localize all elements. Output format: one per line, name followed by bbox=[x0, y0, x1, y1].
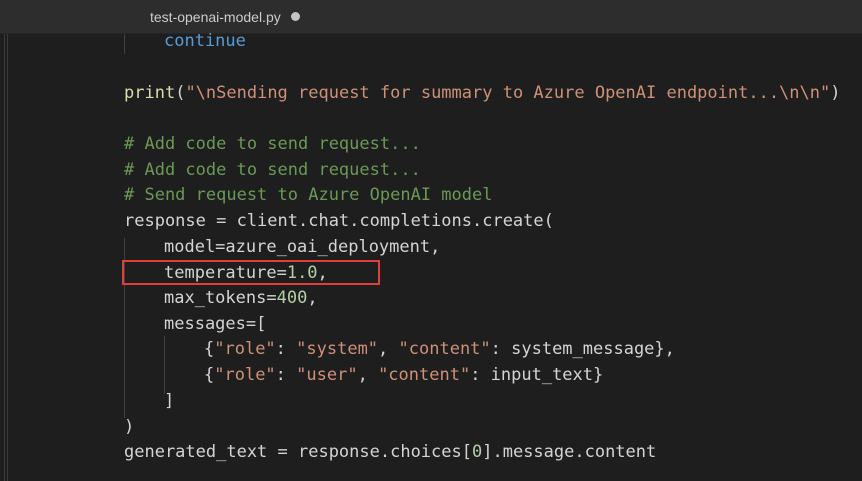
tab-filename: test-openai-model.py bbox=[150, 8, 281, 25]
gutter-line bbox=[7, 34, 8, 481]
code-token: model=azure_oai_deployment, bbox=[164, 237, 441, 257]
code-token: "\nSending request for summary to Azure … bbox=[185, 83, 831, 103]
code-token: ].message.content bbox=[482, 442, 657, 462]
code-token: : system_message}, bbox=[490, 339, 675, 359]
code-token: "role" bbox=[214, 339, 276, 359]
code-line[interactable]: model=azure_oai_deployment, bbox=[164, 234, 440, 260]
code-token: : bbox=[275, 365, 297, 385]
code-token: response = client.chat.completions.creat… bbox=[124, 211, 554, 231]
code-line[interactable]: generated_text = response.choices[0].mes… bbox=[124, 439, 656, 465]
code-line[interactable]: ] bbox=[164, 388, 174, 414]
code-line[interactable]: # Add code to send request... bbox=[124, 157, 421, 183]
code-line[interactable]: {"role": "system", "content": system_mes… bbox=[204, 336, 675, 362]
code-token: , bbox=[307, 288, 318, 308]
code-line[interactable]: max_tokens=400, bbox=[164, 285, 318, 311]
code-token: # Send request to Azure OpenAI model bbox=[124, 185, 493, 205]
code-token: , bbox=[378, 339, 399, 359]
code-token: ) bbox=[830, 83, 841, 103]
gutter-line bbox=[4, 34, 5, 481]
indent-guide bbox=[124, 34, 125, 54]
code-token: "user" bbox=[296, 365, 358, 385]
code-token: , bbox=[357, 365, 379, 385]
code-token: "role" bbox=[214, 365, 276, 385]
code-token: 400 bbox=[276, 288, 308, 308]
code-token: generated_text = response.choices[ bbox=[124, 442, 472, 462]
code-token: ] bbox=[164, 391, 175, 411]
code-token: print bbox=[124, 83, 176, 103]
code-line[interactable]: continue bbox=[164, 28, 246, 54]
code-token: continue bbox=[164, 31, 246, 51]
indent-guide bbox=[164, 336, 165, 394]
code-token: # Add code to send request... bbox=[124, 134, 421, 154]
code-token: # Add code to send request... bbox=[124, 160, 421, 180]
code-token: ( bbox=[175, 83, 186, 103]
code-token: "content" bbox=[398, 339, 491, 359]
code-token: { bbox=[204, 339, 215, 359]
unsaved-changes-dot-icon[interactable] bbox=[290, 12, 300, 21]
code-line[interactable]: response = client.chat.completions.creat… bbox=[124, 208, 554, 234]
code-token: ) bbox=[124, 417, 135, 437]
code-line[interactable]: messages=[ bbox=[164, 311, 266, 337]
code-line[interactable]: ) bbox=[124, 414, 134, 440]
highlight-annotation-box bbox=[122, 260, 380, 285]
code-token: messages=[ bbox=[164, 314, 267, 334]
code-line[interactable]: # Add code to send request... bbox=[124, 131, 421, 157]
code-token: "content" bbox=[378, 365, 471, 385]
code-line[interactable]: print("\nSending request for summary to … bbox=[124, 80, 840, 106]
code-token: : bbox=[275, 339, 297, 359]
code-token: max_tokens= bbox=[164, 288, 277, 308]
code-line[interactable]: # Send request to Azure OpenAI model bbox=[124, 182, 492, 208]
tab-bar: test-openai-model.py bbox=[0, 0, 862, 34]
code-line[interactable]: {"role": "user", "content": input_text} bbox=[204, 362, 603, 388]
code-token: : input_text} bbox=[470, 365, 604, 385]
code-token: "system" bbox=[296, 339, 379, 359]
code-editor[interactable]: continue print("\nSending request for sum… bbox=[0, 31, 862, 481]
code-token: { bbox=[204, 365, 215, 385]
code-token: 0 bbox=[472, 442, 483, 462]
